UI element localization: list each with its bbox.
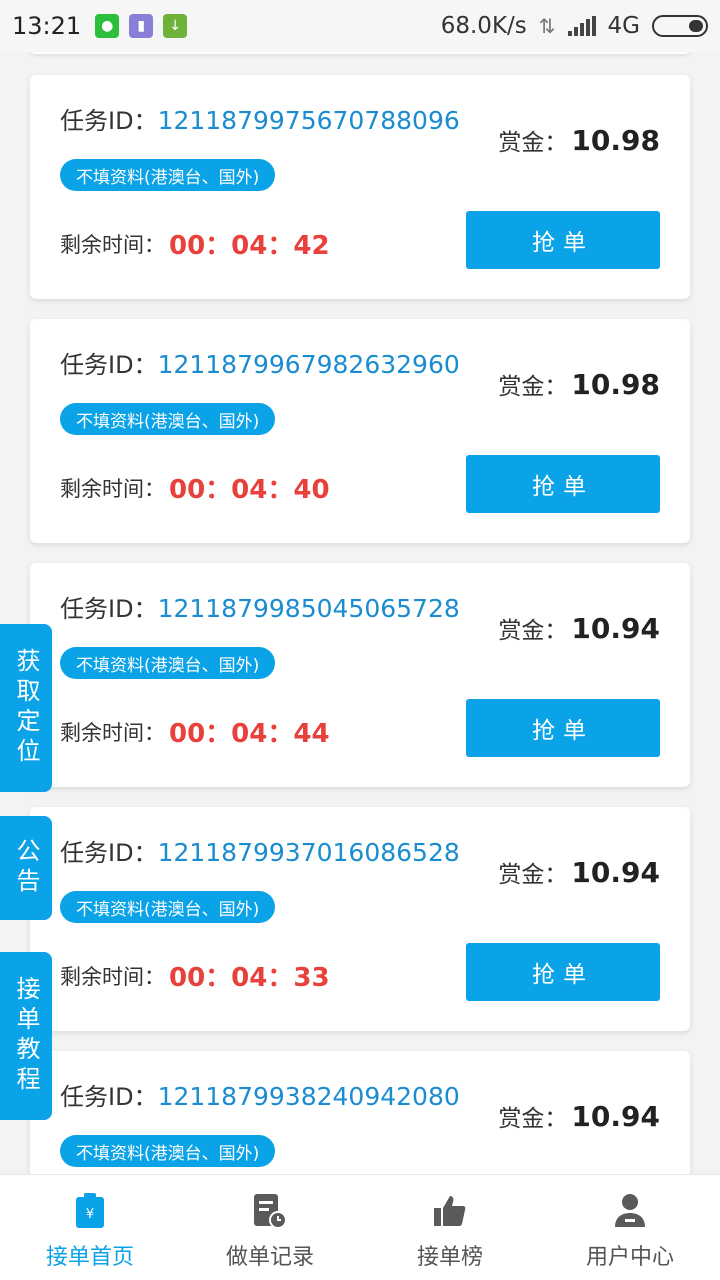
reward: 赏金： 10.94 (498, 611, 660, 645)
reward-amount: 10.98 (571, 124, 660, 157)
signal-icon (567, 16, 596, 36)
task-id: 任务ID：1211879985045065728 (60, 589, 460, 624)
reward-amount: 10.94 (571, 612, 660, 645)
task-tag: 不填资料(港澳台、国外) (60, 891, 276, 923)
remaining-time: 剩余时间： 00：04：33 (60, 957, 330, 994)
task-id-value: 1211879985045065728 (157, 594, 460, 623)
remaining-label: 剩余时间： (60, 476, 165, 501)
notice-label: 公告 (12, 838, 40, 898)
countdown-timer: 00：04：40 (169, 475, 330, 505)
countdown-timer: 00：04：33 (169, 963, 330, 993)
network-speed: 68.0K/s (440, 13, 527, 39)
remaining-time: 剩余时间： 00：04：44 (60, 713, 330, 750)
reward: 赏金： 10.94 (498, 855, 660, 889)
data-arrows-icon: ⇅ (538, 14, 556, 38)
task-id-label: 任务ID： (60, 1083, 158, 1111)
clipboard-yuan-icon: ¥ (73, 1193, 107, 1229)
reward-amount: 10.94 (571, 1100, 660, 1133)
notice-tab[interactable]: 公告 (0, 816, 52, 920)
reward-label: 赏金： (498, 130, 568, 156)
task-card: 任务ID：1211879967982632960 不填资料(港澳台、国外) 剩余… (30, 319, 690, 543)
remaining-label: 剩余时间： (60, 964, 165, 989)
nav-home[interactable]: ¥ 接单首页 (0, 1175, 180, 1280)
reward: 赏金： 10.98 (498, 367, 660, 401)
status-time: 13:21 (12, 12, 82, 40)
wechat-icon: ● (95, 14, 120, 38)
task-id-value: 1211879967982632960 (157, 350, 460, 379)
remaining-label: 剩余时间： (60, 720, 165, 745)
countdown-timer: 00：04：44 (169, 719, 330, 749)
grab-order-button[interactable]: 抢单 (466, 943, 660, 1001)
task-id: 任务ID：1211879967982632960 (60, 345, 460, 380)
user-icon (613, 1193, 647, 1229)
status-bar: 13:21 ● ▮ ↓ 68.0K/s ⇅ 4G (0, 0, 720, 52)
task-tag: 不填资料(港澳台、国外) (60, 1135, 276, 1167)
download-icon: ↓ (163, 14, 188, 38)
nav-records[interactable]: 做单记录 (180, 1175, 360, 1280)
nav-ranking-label: 接单榜 (416, 1245, 483, 1270)
svg-text:¥: ¥ (86, 1207, 94, 1222)
remaining-time: 剩余时间： 00：04：42 (60, 225, 330, 262)
bottom-nav: ¥ 接单首页 做单记录 接单榜 用户中心 (0, 1174, 720, 1280)
reward: 赏金： 10.98 (498, 123, 660, 157)
notification-icons: ● ▮ ↓ (95, 14, 188, 38)
task-id-label: 任务ID： (60, 595, 158, 623)
task-tag: 不填资料(港澳台、国外) (60, 403, 276, 435)
countdown-timer: 00：04：42 (169, 231, 330, 261)
reward-label: 赏金： (498, 862, 568, 888)
grab-order-button[interactable]: 抢单 (466, 699, 660, 757)
nav-home-label: 接单首页 (45, 1245, 134, 1270)
task-card: 任务ID：1211879985045065728 不填资料(港澳台、国外) 剩余… (30, 563, 690, 787)
task-id: 任务ID：1211879937016086528 (60, 833, 460, 868)
document-clock-icon (253, 1193, 287, 1229)
nav-ranking[interactable]: 接单榜 (360, 1175, 540, 1280)
nav-user-center[interactable]: 用户中心 (540, 1175, 720, 1280)
get-location-label: 获取定位 (12, 648, 40, 768)
tutorial-label: 接单教程 (12, 976, 40, 1096)
reward-label: 赏金： (498, 1106, 568, 1132)
reward-label: 赏金： (498, 618, 568, 644)
grab-order-button[interactable]: 抢单 (466, 455, 660, 513)
task-id-value: 1211879938240942080 (157, 1082, 460, 1111)
task-card: 任务ID：1211879937016086528 不填资料(港澳台、国外) 剩余… (30, 807, 690, 1031)
task-id-label: 任务ID： (60, 351, 158, 379)
remaining-label: 剩余时间： (60, 232, 165, 257)
grab-order-button[interactable]: 抢单 (466, 211, 660, 269)
tutorial-tab[interactable]: 接单教程 (0, 952, 52, 1120)
nav-records-label: 做单记录 (225, 1245, 314, 1270)
remaining-time: 剩余时间： 00：04：40 (60, 469, 330, 506)
task-tag: 不填资料(港澳台、国外) (60, 159, 276, 191)
reward: 赏金： 10.94 (498, 1099, 660, 1133)
task-id: 任务ID：1211879975670788096 (60, 101, 460, 136)
get-location-tab[interactable]: 获取定位 (0, 624, 52, 792)
status-right: 68.0K/s ⇅ 4G (441, 13, 708, 39)
task-id-label: 任务ID： (60, 839, 158, 867)
app-icon: ▮ (129, 14, 154, 38)
task-id-value: 1211879937016086528 (157, 838, 460, 867)
task-card: 任务ID：1211879975670788096 不填资料(港澳台、国外) 剩余… (30, 75, 690, 299)
reward-amount: 10.94 (571, 856, 660, 889)
nav-user-center-label: 用户中心 (585, 1245, 674, 1270)
task-id: 任务ID：1211879938240942080 (60, 1077, 460, 1112)
task-tag: 不填资料(港澳台、国外) (60, 647, 276, 679)
network-type: 4G (607, 13, 640, 39)
task-id-value: 1211879975670788096 (157, 106, 460, 135)
thumbs-up-icon (433, 1193, 467, 1229)
task-id-label: 任务ID： (60, 107, 158, 135)
reward-label: 赏金： (498, 374, 568, 400)
reward-amount: 10.98 (571, 368, 660, 401)
battery-icon (652, 15, 708, 37)
